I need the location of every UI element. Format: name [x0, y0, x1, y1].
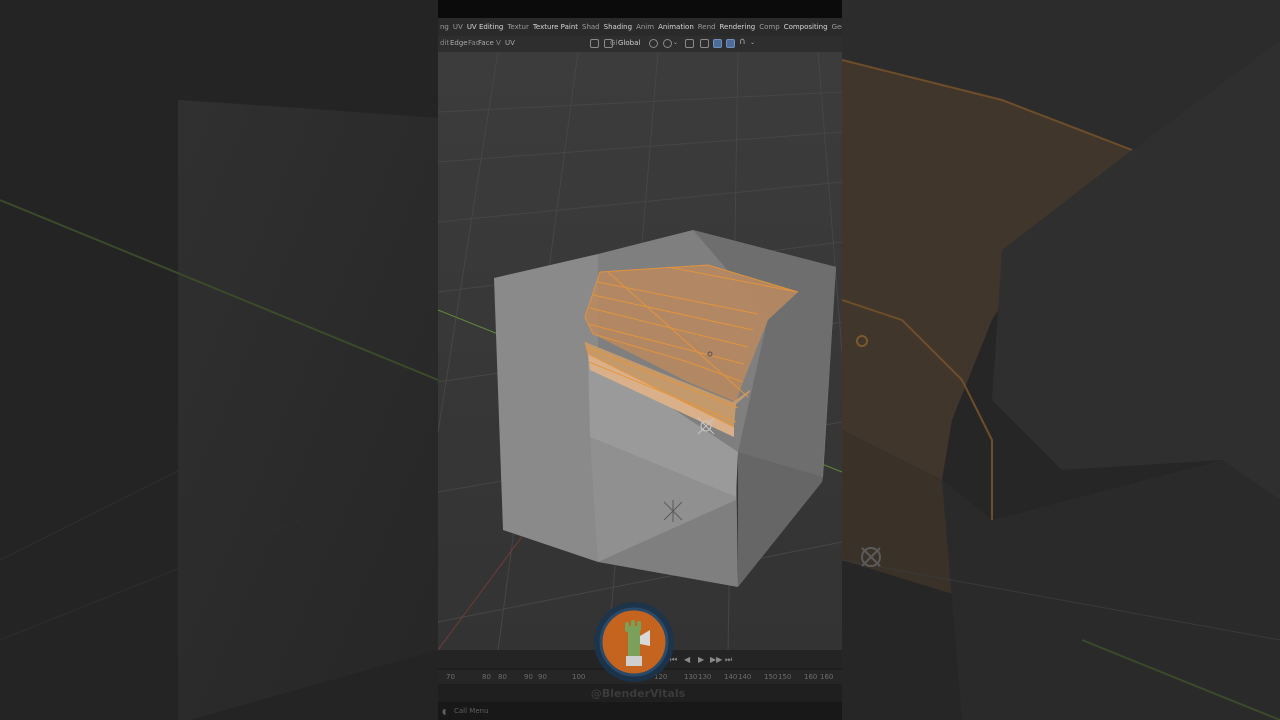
- ruler-label: 90: [538, 673, 547, 681]
- ruler-label: 100: [572, 673, 586, 681]
- workspace-tab[interactable]: Compositing: [784, 23, 828, 31]
- edge-menu[interactable]: Edge: [450, 39, 468, 47]
- xray-icon[interactable]: [700, 39, 709, 48]
- uv-menu[interactable]: UV: [505, 39, 515, 47]
- workspace-tab[interactable]: Animation: [658, 23, 694, 31]
- workspace-tabs: ng UV UV Editing Textur Texture Paint Shad Sha…: [438, 18, 842, 36]
- ruler-label: 140: [738, 673, 752, 681]
- workspace-tab[interactable]: UV Editing: [467, 23, 504, 31]
- right-background-art: [842, 0, 1280, 720]
- play-reverse-button[interactable]: ◀: [684, 655, 690, 664]
- workspace-tab[interactable]: Comp: [759, 23, 779, 31]
- face-menu[interactable]: Face: [478, 39, 494, 47]
- workspace-tab[interactable]: UV: [453, 23, 463, 31]
- channel-logo: [592, 600, 676, 684]
- ruler-label: 160: [820, 673, 834, 681]
- uv-menu-partial[interactable]: V: [496, 39, 501, 47]
- ruler-label: 90: [524, 673, 533, 681]
- ruler-label: 70: [446, 673, 455, 681]
- transform-pivot-icon[interactable]: [590, 39, 599, 48]
- ruler-label: 130: [698, 673, 712, 681]
- play-button[interactable]: ▶: [698, 655, 704, 664]
- orientation-dropdown[interactable]: Global: [618, 39, 640, 47]
- ruler-label: 130: [684, 673, 698, 681]
- select-menu-partial[interactable]: dit: [440, 39, 449, 47]
- channel-handle: @BlenderVitals: [590, 687, 686, 700]
- orientation-partial: Gl: [610, 39, 618, 47]
- chevron-down-icon[interactable]: ⌄: [673, 39, 678, 46]
- ruler-label: 150: [764, 673, 778, 681]
- proportional-toggle-icon[interactable]: [726, 39, 735, 48]
- status-text: Call Menu: [454, 707, 489, 715]
- ruler-label: 150: [778, 673, 792, 681]
- workspace-tab[interactable]: Texture Paint: [533, 23, 578, 31]
- workspace-tab[interactable]: Geo: [832, 23, 842, 31]
- workspace-tab[interactable]: Rend: [698, 23, 716, 31]
- overlay-icon[interactable]: [685, 39, 694, 48]
- status-bar: ◖ Call Menu: [438, 702, 842, 720]
- workspace-tab[interactable]: Textur: [507, 23, 528, 31]
- proportional-editing-icon[interactable]: [663, 39, 672, 48]
- left-background-art: [0, 0, 438, 720]
- workspace-tab[interactable]: ng: [440, 23, 449, 31]
- workspace-tab[interactable]: Rendering: [720, 23, 756, 31]
- step-forward-button[interactable]: ▶▶: [710, 655, 722, 664]
- 3d-viewport[interactable]: [438, 52, 842, 650]
- viewport-scene: [438, 52, 842, 650]
- snap-icon[interactable]: [649, 39, 658, 48]
- shading-mode-icon[interactable]: [713, 39, 722, 48]
- ruler-label: 140: [724, 673, 738, 681]
- workspace-tab[interactable]: Shading: [604, 23, 632, 31]
- right-blurred-background: [842, 0, 1280, 720]
- ruler-label: 160: [804, 673, 818, 681]
- title-bar: [438, 0, 842, 18]
- workspace-tab[interactable]: Anim: [636, 23, 654, 31]
- viewport-header: dit Edge Fac Face V UV Gl Global ⌄ ∩ ⌄: [438, 36, 842, 52]
- ruler-label: 80: [498, 673, 507, 681]
- logo-emblem-icon: [594, 602, 674, 682]
- falloff-curve-icon[interactable]: ∩: [739, 37, 746, 47]
- ruler-label: 80: [482, 673, 491, 681]
- jump-end-button[interactable]: ⏭: [725, 655, 732, 665]
- workspace-tab[interactable]: Shad: [582, 23, 600, 31]
- mouse-icon: ◖: [442, 707, 447, 716]
- left-blurred-background: [0, 0, 438, 720]
- chevron-down-icon[interactable]: ⌄: [750, 39, 755, 46]
